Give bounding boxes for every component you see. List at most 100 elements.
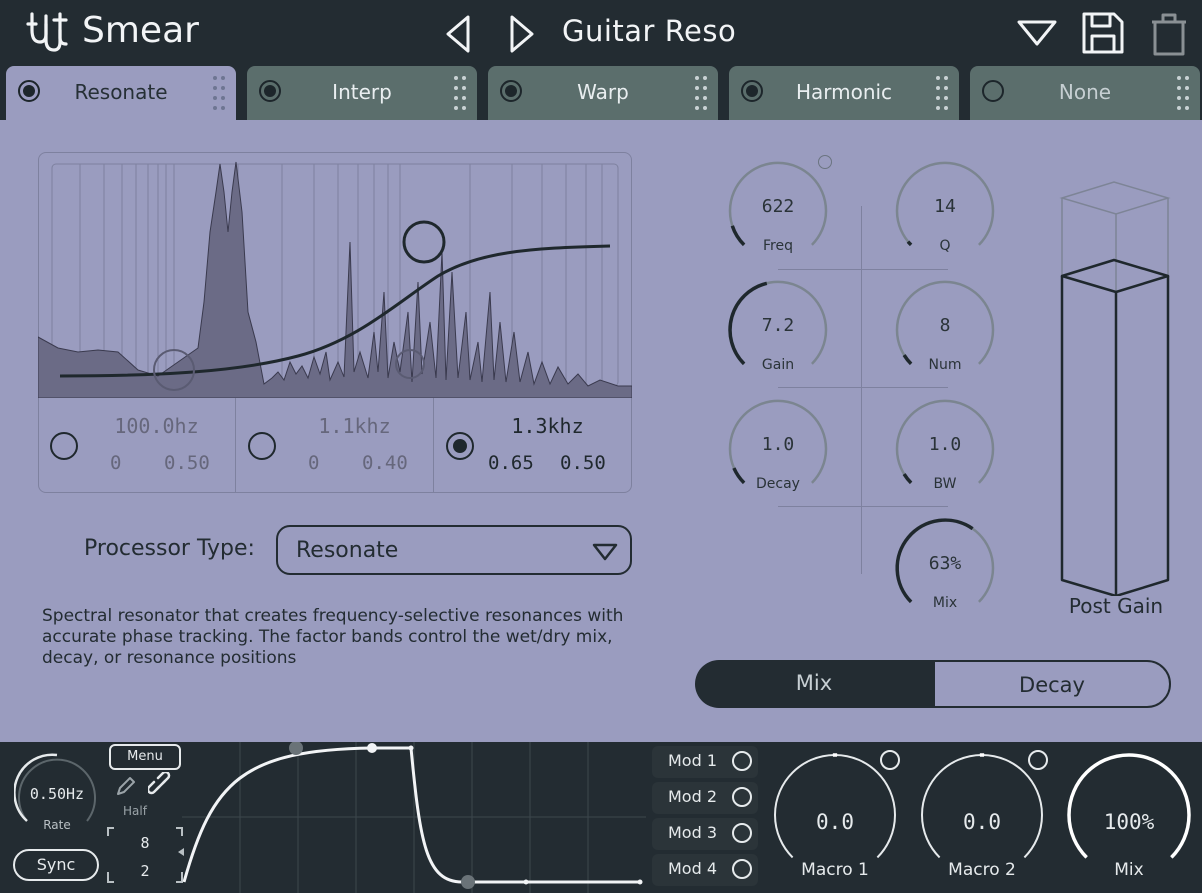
band-2[interactable]: 1.1khz 0 0.40 [236,398,433,492]
macro-2-mod-icon[interactable] [1028,750,1048,770]
next-preset-icon[interactable] [508,14,536,54]
band-select-radio[interactable] [50,432,78,460]
band-frequency: 1.1khz [318,414,391,438]
mod-drag-icon[interactable] [732,859,752,879]
num-value: 8 [939,315,951,336]
master-mix-label: Mix [1114,860,1144,880]
sync-button[interactable]: Sync [13,849,99,881]
app-name: Smear [82,10,199,51]
band-value-1: 0 [308,452,320,474]
macro-2-knob[interactable]: 0.0 Macro 2 [917,750,1047,880]
macro-1-value: 0.0 [816,810,854,834]
mod-3[interactable]: Mod 3 [652,818,758,850]
tab-interp[interactable]: Interp [247,66,477,120]
macro-1-knob[interactable]: 0.0 Macro 1 [770,750,900,880]
gain-knob[interactable]: 7.2 Gain [723,275,833,385]
divider [861,206,862,574]
drag-handle-icon[interactable] [453,74,467,112]
tab-none[interactable]: None [970,66,1200,120]
master-mix-knob[interactable]: 100% Mix [1064,750,1194,880]
macro-1-label: Macro 1 [801,860,869,880]
decay-knob[interactable]: 1.0 Decay [723,394,833,504]
band-value-2: 0.40 [362,452,408,474]
mod-1[interactable]: Mod 1 [652,746,758,778]
band-value-2: 0.50 [164,452,210,474]
tab-label: Interp [332,80,392,104]
freq-knob[interactable]: 622 Freq [723,156,833,266]
gain-label: Gain [761,357,795,373]
drag-handle-icon[interactable] [694,74,708,112]
mod-assign-icon[interactable] [818,155,832,169]
processor-type-value: Resonate [296,538,399,563]
factor-mix-button[interactable]: Mix [695,660,933,708]
drag-handle-icon[interactable] [212,74,226,112]
num-knob[interactable]: 8 Num [890,275,1000,385]
drag-handle-icon[interactable] [1176,74,1190,112]
divider [778,506,948,507]
tab-resonate[interactable]: Resonate [6,66,236,120]
mod-drag-icon[interactable] [732,787,752,807]
lfo-curve-editor[interactable] [182,742,646,893]
post-gain-meter[interactable] [1058,176,1174,596]
lfo-menu-button[interactable]: Menu [109,744,181,770]
curve-point[interactable] [408,745,414,751]
processor-type-select[interactable]: Resonate [276,525,632,575]
processor-description: Spectral resonator that creates frequenc… [42,606,624,668]
modulation-bar: 0.50Hz Rate Sync Menu Half 8 2 Mod 1 Mod… [0,742,1202,893]
tab-label: None [1058,80,1112,104]
freq-value: 622 [761,196,795,217]
half-label[interactable]: Half [112,804,158,818]
mod-4[interactable]: Mod 4 [652,854,758,886]
bw-knob[interactable]: 1.0 BW [890,394,1000,504]
tab-warp[interactable]: Warp [488,66,718,120]
pencil-icon[interactable] [114,774,138,798]
bw-label: BW [933,476,957,492]
curve-point[interactable] [637,879,643,885]
preset-dropdown-icon[interactable] [1016,18,1058,48]
tab-harmonic[interactable]: Harmonic [729,66,959,120]
band-frequency: 1.3khz [511,414,584,438]
band-select-radio[interactable] [248,432,276,460]
macro-1-mod-icon[interactable] [880,750,900,770]
grid-y-value[interactable]: 2 [128,862,162,880]
band-3[interactable]: 1.3khz 0.65 0.50 [434,398,631,492]
decay-label: Decay [756,476,800,492]
spectrum-fill [38,161,632,398]
mod-label: Mod 3 [668,823,718,842]
mod-label: Mod 4 [668,859,718,878]
mod-drag-icon[interactable] [732,823,752,843]
mod-label: Mod 2 [668,787,718,806]
bw-value: 1.0 [928,434,962,455]
q-knob[interactable]: 14 Q [890,156,1000,266]
mod-drag-icon[interactable] [732,751,752,771]
curve-point[interactable] [367,743,377,753]
q-value: 14 [934,196,956,217]
mod-label: Mod 1 [668,751,718,770]
link-icon[interactable] [148,772,174,798]
smear-logo-icon [26,12,68,52]
mix-value: 63% [928,553,962,574]
preset-name[interactable]: Guitar Reso [562,14,736,48]
curve-handle[interactable] [461,875,475,889]
processor-type-label: Processor Type: [84,536,255,561]
prev-preset-icon[interactable] [444,14,472,54]
factor-decay-button[interactable]: Decay [933,660,1171,708]
drag-handle-icon[interactable] [935,74,949,112]
grid-x-value[interactable]: 8 [128,834,162,852]
band-frequency: 100.0hz [114,414,199,438]
curve-point[interactable] [523,879,529,885]
spectrum-display[interactable] [38,152,632,398]
save-icon[interactable] [1080,10,1126,56]
decay-value: 1.0 [761,434,795,455]
divider [778,269,948,270]
chevron-down-icon [592,543,618,561]
processor-tabs: Resonate Interp Warp Harmonic None [0,66,1202,120]
delete-icon[interactable] [1148,10,1190,56]
band-1[interactable]: 100.0hz 0 0.50 [38,398,235,492]
mix-knob[interactable]: 63% Mix [890,513,1000,623]
frequency-grid [79,164,603,386]
divider [778,387,948,388]
band-handle-active[interactable] [402,220,446,264]
header-bar: Smear Guitar Reso [0,0,1202,66]
mod-2[interactable]: Mod 2 [652,782,758,814]
